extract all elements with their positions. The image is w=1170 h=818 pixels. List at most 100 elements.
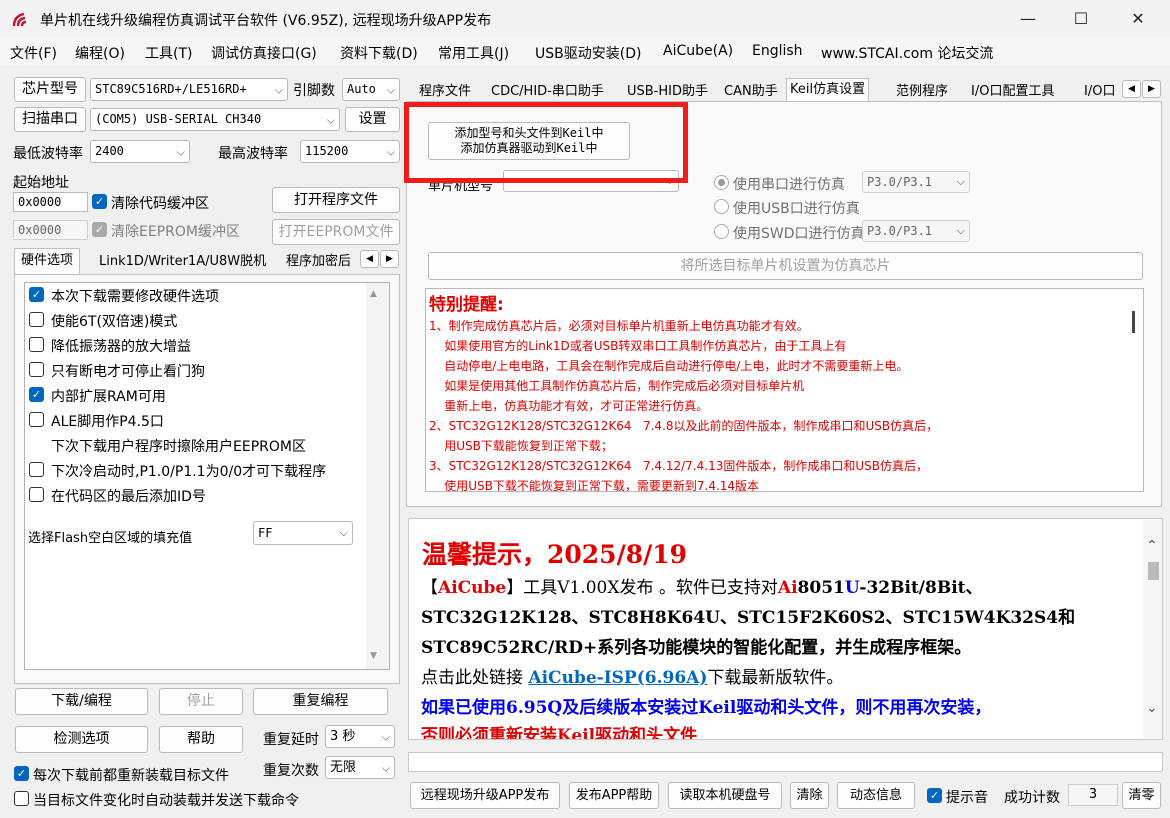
chevron-down-icon: ⌵ — [386, 83, 395, 96]
menu-tools[interactable]: 工具(T) — [145, 43, 192, 63]
stop-button[interactable]: 停止 — [159, 688, 243, 715]
maximize-icon[interactable]: ☐ — [1061, 6, 1101, 32]
eeprom-start-address-input[interactable]: 0x0000 — [13, 220, 88, 240]
serial-emulation-radio[interactable] — [714, 175, 729, 190]
repeat-count-select[interactable]: 无限 ⌵ — [325, 756, 395, 779]
menu-english[interactable]: English — [752, 43, 803, 59]
menu-aicube[interactable]: AiCube(A) — [663, 43, 733, 59]
tab-can-assistant[interactable]: CAN助手 — [721, 82, 781, 102]
clear-eeprom-buffer-checkbox[interactable]: ✓ — [92, 222, 107, 237]
auto-load-checkbox[interactable] — [14, 791, 29, 806]
clear-code-buffer-checkbox[interactable]: ✓ — [92, 194, 107, 209]
chevron-down-icon: ⌵ — [176, 145, 185, 158]
tab-usb-hid-assistant[interactable]: USB-HID助手 — [624, 82, 711, 102]
scroll-up-icon[interactable]: ⌃ — [1146, 538, 1158, 554]
code-start-address-input[interactable]: 0x0000 — [13, 192, 88, 212]
option-label: 使能6T(双倍速)模式 — [51, 314, 178, 330]
chevron-down-icon: ⌵ — [386, 145, 395, 158]
scan-port-button[interactable]: 扫描串口 — [14, 107, 86, 132]
menu-forum[interactable]: www.STCAI.com 论坛交流 — [821, 43, 993, 63]
repeat-delay-select[interactable]: 3 秒 ⌵ — [325, 725, 395, 748]
download-program-button[interactable]: 下载/编程 — [15, 688, 148, 715]
minimize-icon[interactable]: — — [1008, 6, 1048, 32]
chevron-down-icon: ⌵ — [381, 761, 390, 774]
right-tab-scroll-right-icon[interactable]: ▶ — [1142, 80, 1161, 98]
tab-io-config-tool[interactable]: I/O口配置工具 — [968, 82, 1057, 102]
swd-emulation-radio[interactable] — [714, 224, 729, 239]
option-checkbox[interactable] — [29, 487, 44, 502]
serial-emulation-pin-select[interactable]: P3.0/P3.1 ⌵ — [862, 171, 970, 193]
repeat-program-button[interactable]: 重复编程 — [253, 688, 388, 715]
menu-debug-interface[interactable]: 调试仿真接口(G) — [211, 43, 317, 63]
chip-type-button[interactable]: 芯片型号 — [14, 77, 86, 102]
serial-port-select[interactable]: (COM5) USB-SERIAL CH340 ⌵ — [90, 108, 340, 131]
usb-emulation-radio[interactable] — [714, 199, 729, 214]
aicube-name: AiCube — [438, 578, 507, 598]
tab-offline-writer[interactable]: Link1D/Writer1A/U8W脱机 — [96, 252, 269, 272]
port-settings-button[interactable]: 设置 — [345, 107, 400, 132]
scroll-down-icon[interactable]: ⌄ — [1146, 700, 1158, 716]
help-button[interactable]: 帮助 — [159, 726, 243, 753]
swd-emulation-pin-select[interactable]: P3.0/P3.1 ⌵ — [862, 220, 970, 242]
swd-emulation-label: 使用SWD口进行仿真 — [733, 226, 865, 242]
option-label: 下次冷启动时,P1.0/P1.1为0/0才可下载程序 — [51, 464, 327, 480]
read-disk-id-button[interactable]: 读取本机硬盘号 — [668, 782, 782, 809]
option-label: 内部扩展RAM可用 — [51, 389, 166, 405]
notice-scroll-thumb[interactable] — [1132, 311, 1135, 333]
menu-usb-driver[interactable]: USB驱动安装(D) — [535, 43, 641, 63]
beep-checkbox[interactable]: ✓ — [927, 788, 942, 803]
news-line-3: STC89C52RC/RD+系列各功能模块的智能化配置，并生成程序框架。 — [421, 638, 972, 658]
code-start-address-value: 0x0000 — [18, 195, 62, 209]
tab-program-encryption[interactable]: 程序加密后 — [283, 252, 354, 272]
notice-line: 重新上电，仿真功能才有效，才可正常进行仿真。 — [429, 399, 709, 413]
pin-count-select[interactable]: Auto ⌵ — [342, 78, 400, 101]
close-icon[interactable]: ✕ — [1118, 6, 1158, 32]
dynamic-info-button[interactable]: 动态信息 — [837, 782, 915, 809]
option-checkbox[interactable] — [29, 462, 44, 477]
news-link-prefix: 点击此处链接 — [421, 668, 529, 688]
check-options-button[interactable]: 检测选项 — [15, 726, 148, 753]
option-checkbox[interactable] — [29, 312, 44, 327]
menu-file[interactable]: 文件(F) — [10, 43, 57, 63]
menu-downloads[interactable]: 资料下载(D) — [340, 43, 418, 63]
min-baud-select[interactable]: 2400 ⌵ — [90, 140, 190, 163]
notice-scrollbar[interactable] — [1128, 290, 1143, 490]
right-tab-scroll-left-icon[interactable]: ◀ — [1122, 80, 1141, 98]
news-scroll-thumb[interactable] — [1148, 562, 1159, 580]
menu-common-tools[interactable]: 常用工具(J) — [438, 43, 509, 63]
aicube-isp-download-link[interactable]: AiCube-ISP(6.96A) — [528, 668, 707, 688]
tab-scroll-right-icon[interactable]: ▶ — [380, 250, 399, 268]
tab-program-file[interactable]: 程序文件 — [416, 82, 474, 102]
tab-keil-emulation[interactable]: Keil仿真设置 — [786, 78, 870, 102]
usb-emulation-label: 使用USB口进行仿真 — [733, 201, 860, 217]
option-checkbox[interactable] — [29, 362, 44, 377]
max-baud-label: 最高波特率 — [218, 146, 288, 162]
remote-upgrade-button[interactable]: 远程现场升级APP发布 — [410, 782, 560, 809]
max-baud-select[interactable]: 115200 ⌵ — [300, 140, 400, 163]
open-eeprom-file-button[interactable]: 打开EEPROM文件 — [272, 219, 400, 245]
tab-cdc-serial-assistant[interactable]: CDC/HID-串口助手 — [488, 82, 607, 102]
scroll-down-icon[interactable]: ▼ — [370, 651, 377, 661]
option-checkbox[interactable]: ✓ — [29, 287, 44, 302]
scroll-up-icon[interactable]: ▲ — [370, 289, 377, 299]
menu-program[interactable]: 编程(O) — [75, 43, 125, 63]
open-program-file-button[interactable]: 打开程序文件 — [272, 187, 400, 213]
tab-example-programs[interactable]: 范例程序 — [893, 82, 951, 102]
option-checkbox[interactable] — [29, 412, 44, 427]
option-label: 本次下载需要修改硬件选项 — [51, 289, 219, 305]
flash-fill-select[interactable]: FF ⌵ — [253, 521, 353, 545]
news-line-4: 点击此处链接 AiCube-ISP(6.96A)下载最新版软件。 — [421, 663, 843, 688]
option-checkbox[interactable]: ✓ — [29, 387, 44, 402]
tab-scroll-left-icon[interactable]: ◀ — [360, 250, 379, 268]
options-scrollbar[interactable] — [366, 283, 389, 669]
clear-button[interactable]: 清除 — [790, 782, 829, 809]
news-line-5: 如果已使用6.95Q及后续版本安装过Keil驱动和头文件，则不用再次安装， — [421, 698, 992, 718]
tab-io-port[interactable]: I/O口 — [1081, 82, 1121, 102]
reset-count-button[interactable]: 清零 — [1122, 782, 1161, 809]
reload-before-download-checkbox[interactable]: ✓ — [14, 766, 29, 781]
option-checkbox[interactable] — [29, 337, 44, 352]
set-emulation-chip-button[interactable]: 将所选目标单片机设置为仿真芯片 — [428, 252, 1143, 280]
chip-type-select[interactable]: STC89C516RD+/LE516RD+ ⌵ — [90, 78, 288, 101]
publish-help-button[interactable]: 发布APP帮助 — [569, 782, 659, 809]
tab-hardware-options[interactable]: 硬件选项 — [14, 248, 81, 275]
